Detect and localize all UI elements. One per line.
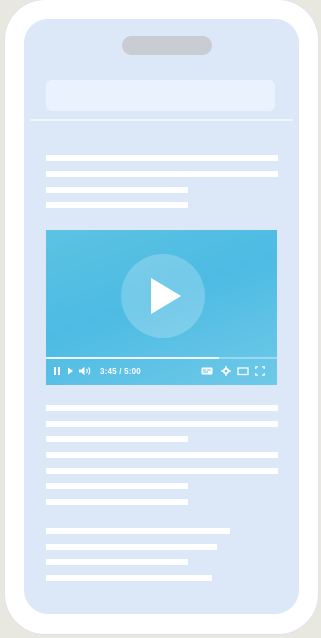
fullscreen-icon[interactable] [255,366,265,376]
text-placeholder-line [46,483,188,489]
text-placeholder-line [46,202,188,208]
phone-frame: 3:45 / 5:00 [5,0,318,634]
theater-icon[interactable] [237,366,249,376]
video-controls: 3:45 / 5:00 [46,363,277,381]
text-placeholder-line [46,436,188,442]
next-icon[interactable] [67,366,75,376]
play-button[interactable] [121,254,205,338]
captions-icon[interactable] [201,366,213,376]
text-placeholder-line [46,528,230,534]
settings-icon[interactable] [221,366,231,376]
phone-notch [122,36,212,55]
video-time: 3:45 / 5:00 [100,367,141,376]
text-placeholder-line [46,575,212,581]
video-progress-fill [46,357,220,359]
text-placeholder-line [46,452,278,458]
top-bar-placeholder [46,80,275,111]
text-placeholder-line [46,468,278,474]
volume-icon[interactable] [79,366,93,376]
pause-icon[interactable] [54,366,61,376]
play-icon [151,278,181,314]
text-placeholder-line [46,187,188,193]
text-placeholder-line [46,155,278,161]
text-placeholder-line [46,405,278,411]
video-player[interactable]: 3:45 / 5:00 [46,230,277,385]
phone-screen: 3:45 / 5:00 [24,19,299,614]
text-placeholder-line [46,559,188,565]
header-divider [30,119,293,121]
text-placeholder-line [46,421,278,427]
text-placeholder-line [46,499,188,505]
text-placeholder-line [46,544,217,550]
text-placeholder-line [46,171,278,177]
video-progress-bar[interactable] [46,357,277,359]
